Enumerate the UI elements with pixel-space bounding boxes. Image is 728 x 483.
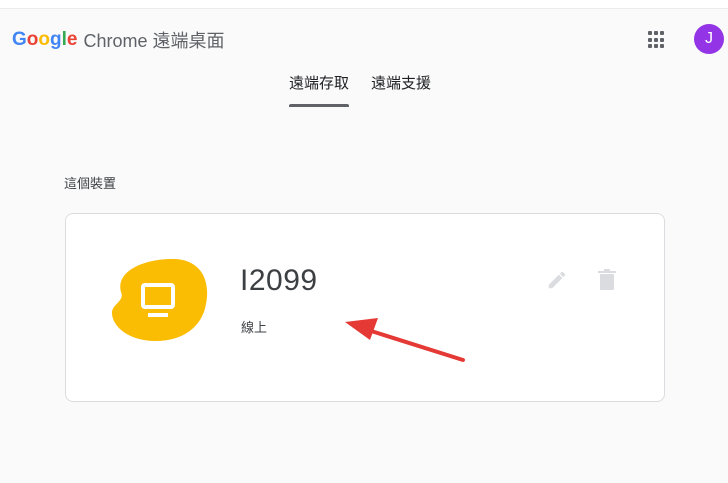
tab-remote-access[interactable]: 遠端存取 (289, 68, 350, 108)
app-logo[interactable]: Google Chrome 遠端桌面 (12, 27, 225, 53)
edit-icon[interactable] (546, 269, 568, 291)
section-title: 這個裝置 (64, 177, 117, 192)
google-wordmark: Google (12, 29, 78, 50)
avatar-letter: J (705, 30, 713, 47)
grid-apps-icon[interactable] (648, 31, 666, 49)
tab-bar: 遠端存取 遠端支援 (289, 68, 453, 108)
product-name: Chrome 遠端桌面 (83, 31, 225, 51)
account-avatar[interactable]: J (694, 24, 724, 54)
tab-remote-support[interactable]: 遠端支援 (371, 68, 431, 108)
monitor-icon (111, 258, 208, 342)
app-header: Google Chrome 遠端桌面 J (0, 22, 728, 62)
device-status: 線上 (241, 321, 268, 336)
top-strip (0, 0, 728, 9)
delete-icon[interactable] (598, 269, 616, 291)
device-card[interactable]: I2099 線上 (65, 213, 665, 402)
device-name: I2099 (240, 264, 318, 297)
